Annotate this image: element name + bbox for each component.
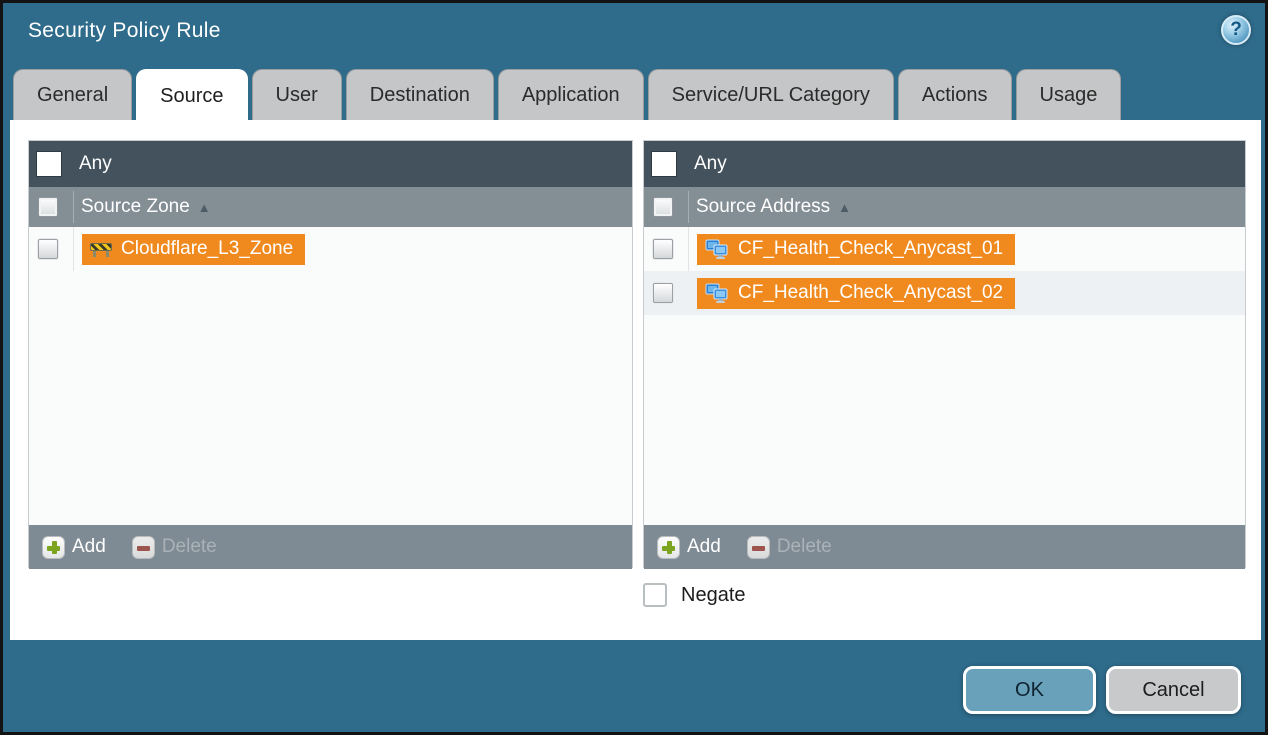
column-separator (73, 191, 74, 223)
table-row: CF_Health_Check_Anycast_01 (644, 227, 1245, 271)
help-icon[interactable]: ? (1221, 15, 1251, 45)
source-address-column-header: Source Address ▲ (644, 187, 1245, 227)
plus-icon (42, 536, 65, 559)
row-checkbox[interactable] (653, 239, 673, 259)
source-address-select-all-checkbox[interactable] (653, 197, 673, 217)
tab-content: Any Source Zone ▲ Cloudflare_L3_Zone (10, 120, 1261, 640)
row-checkbox[interactable] (653, 283, 673, 303)
dialog-titlebar: Security Policy Rule ? (3, 3, 1265, 65)
delete-button-label: Delete (777, 536, 832, 558)
source-address-rows: CF_Health_Check_Anycast_01 (644, 227, 1245, 525)
table-row: CF_Health_Check_Anycast_02 (644, 271, 1245, 315)
column-separator (688, 191, 689, 223)
zone-entry[interactable]: Cloudflare_L3_Zone (82, 234, 305, 265)
tab-strip: General Source User Destination Applicat… (13, 69, 1121, 120)
minus-icon (132, 536, 155, 559)
delete-button[interactable]: Delete (747, 536, 832, 559)
tab-usage[interactable]: Usage (1016, 69, 1122, 120)
address-icon (705, 239, 729, 259)
zone-entry-label: Cloudflare_L3_Zone (121, 238, 293, 260)
source-zone-select-all-checkbox[interactable] (38, 197, 58, 217)
source-address-any-bar: Any (644, 141, 1245, 187)
add-button[interactable]: Add (657, 536, 721, 559)
source-address-panel: Any Source Address ▲ (643, 140, 1246, 568)
source-zone-rows: Cloudflare_L3_Zone (29, 227, 632, 525)
negate-checkbox[interactable] (643, 583, 667, 607)
delete-button[interactable]: Delete (132, 536, 217, 559)
source-zone-panel: Any Source Zone ▲ Cloudflare_L3_Zone (28, 140, 633, 568)
tab-application[interactable]: Application (498, 69, 644, 120)
row-checkbox[interactable] (38, 239, 58, 259)
source-address-any-label: Any (694, 153, 727, 175)
table-row: Cloudflare_L3_Zone (29, 227, 632, 271)
plus-icon (657, 536, 680, 559)
add-button-label: Add (687, 536, 721, 558)
tab-general[interactable]: General (13, 69, 132, 120)
tab-destination[interactable]: Destination (346, 69, 494, 120)
source-address-button-bar: Add Delete (644, 525, 1245, 569)
ok-button[interactable]: OK (963, 666, 1096, 714)
negate-label: Negate (681, 584, 746, 607)
tab-source[interactable]: Source (136, 69, 247, 122)
dialog-title: Security Policy Rule (28, 19, 221, 43)
tab-service-url-category[interactable]: Service/URL Category (648, 69, 894, 120)
sort-ascending-icon[interactable]: ▲ (198, 200, 211, 215)
tab-actions[interactable]: Actions (898, 69, 1012, 120)
minus-icon (747, 536, 770, 559)
address-entry[interactable]: CF_Health_Check_Anycast_02 (697, 278, 1015, 309)
address-entry-label: CF_Health_Check_Anycast_02 (738, 282, 1003, 304)
source-address-any-checkbox[interactable] (652, 152, 676, 176)
security-policy-rule-dialog: Security Policy Rule ? General Source Us… (0, 0, 1268, 735)
add-button-label: Add (72, 536, 106, 558)
source-zone-column-label[interactable]: Source Zone (81, 196, 190, 218)
source-address-column-label[interactable]: Source Address (696, 196, 830, 218)
source-zone-any-bar: Any (29, 141, 632, 187)
tab-user[interactable]: User (252, 69, 342, 120)
zone-icon (90, 241, 112, 257)
source-zone-column-header: Source Zone ▲ (29, 187, 632, 227)
cancel-button[interactable]: Cancel (1106, 666, 1241, 714)
address-icon (705, 283, 729, 303)
address-entry-label: CF_Health_Check_Anycast_01 (738, 238, 1003, 260)
source-zone-button-bar: Add Delete (29, 525, 632, 569)
source-zone-any-label: Any (79, 153, 112, 175)
add-button[interactable]: Add (42, 536, 106, 559)
negate-option: Negate (643, 583, 746, 607)
address-entry[interactable]: CF_Health_Check_Anycast_01 (697, 234, 1015, 265)
source-zone-any-checkbox[interactable] (37, 152, 61, 176)
delete-button-label: Delete (162, 536, 217, 558)
sort-ascending-icon[interactable]: ▲ (838, 200, 851, 215)
